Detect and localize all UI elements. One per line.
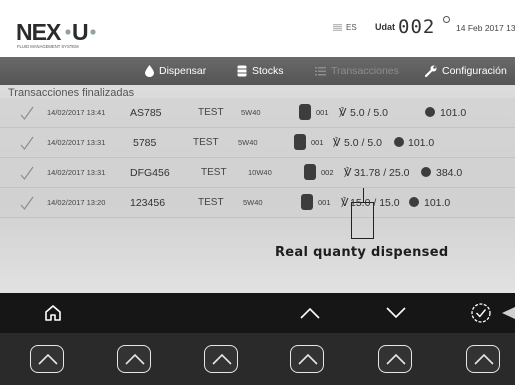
transaction-product: 5W40	[238, 138, 258, 147]
transaction-product: 10W40	[248, 168, 272, 177]
chevron-up-icon	[125, 353, 145, 365]
chevron-down-icon[interactable]	[386, 307, 406, 319]
language-selector[interactable]: ES	[333, 23, 357, 32]
tab-stocks-label: Stocks	[252, 65, 284, 77]
annotation-text: Real quanty dispensed	[275, 245, 449, 260]
transaction-tank: 001	[316, 108, 329, 117]
chevron-up-icon	[298, 353, 318, 365]
header: NEX U FLUID MANAGEMENT SYSTEM ES Udat 00…	[0, 0, 515, 57]
transaction-timestamp: 14/02/2017 13:41	[47, 108, 106, 117]
app-window: NEX U FLUID MANAGEMENT SYSTEM ES Udat 00…	[0, 0, 515, 385]
transaction-plate: 123456	[130, 197, 166, 209]
transaction-plate: AS785	[130, 107, 162, 119]
tab-configuracion[interactable]: Configuración	[425, 57, 507, 85]
check-icon	[20, 136, 34, 150]
transaction-amount: 101.0	[440, 107, 467, 119]
tank-icon	[304, 164, 316, 180]
fuel-meter-icon: ℣	[333, 137, 341, 149]
coin-icon	[425, 107, 435, 117]
tab-configuracion-label: Configuración	[442, 65, 507, 77]
coin-icon	[409, 197, 419, 207]
transaction-amount: 101.0	[424, 197, 451, 209]
hardware-up-button[interactable]	[378, 345, 412, 373]
tab-transacciones-label: Transacciones	[331, 65, 399, 77]
flag-icon	[333, 24, 342, 31]
annotation-highlight-box	[351, 202, 374, 239]
tab-dispensar-label: Dispensar	[159, 65, 207, 77]
svg-text:U: U	[72, 20, 89, 45]
transaction-amount: 101.0	[408, 137, 435, 149]
pointer-arrow-icon	[502, 307, 515, 319]
confirm-check-icon[interactable]	[470, 302, 492, 324]
udat-number: 002	[398, 16, 436, 38]
drop-icon	[145, 65, 154, 77]
udat-label: Udat	[375, 22, 395, 32]
header-date: 14 Feb 2017 13:44	[456, 23, 515, 33]
svg-text:FLUID MANAGEMENT SYSTEM: FLUID MANAGEMENT SYSTEM	[17, 44, 79, 49]
tank-icon	[294, 134, 306, 150]
tab-stocks[interactable]: Stocks	[237, 57, 284, 85]
tab-dispensar[interactable]: Dispensar	[145, 57, 206, 85]
transaction-quantity: 31.78 / 25.0	[354, 167, 410, 179]
transaction-row[interactable]: 14/02/2017 13:31 5785 TEST 5W40 001 ℣ 5.0 / 5.…	[0, 128, 515, 158]
transaction-plate: 5785	[133, 137, 157, 149]
nexu-logo: NEX U FLUID MANAGEMENT SYSTEM	[16, 20, 116, 52]
list-icon	[315, 67, 326, 76]
transaction-row[interactable]: 14/02/2017 13:41 AS785 TEST 5W40 001 ℣ 5.0 / 5…	[0, 98, 515, 128]
chevron-up-icon[interactable]	[300, 307, 320, 319]
check-icon	[20, 196, 34, 210]
transaction-quantity: 5.0 / 5.0	[350, 107, 388, 119]
hardware-up-button[interactable]	[30, 345, 64, 373]
transaction-tank: 002	[321, 168, 334, 177]
transaction-quantity: 5.0 / 5.0	[344, 137, 382, 149]
barrel-icon	[237, 65, 247, 77]
transaction-product: 5W40	[241, 108, 261, 117]
transaction-test: TEST	[198, 197, 224, 208]
chevron-up-icon	[212, 353, 232, 365]
wrench-icon	[425, 65, 437, 77]
transaction-test: TEST	[198, 107, 224, 118]
hardware-up-button[interactable]	[117, 345, 151, 373]
hardware-button-bar	[0, 333, 515, 385]
fuel-meter-icon: ℣	[341, 197, 349, 209]
fuel-meter-icon: ℣	[344, 167, 352, 179]
check-icon	[20, 166, 34, 180]
language-code: ES	[346, 23, 357, 32]
tank-icon	[301, 194, 313, 210]
transaction-timestamp: 14/02/2017 13:20	[47, 198, 106, 207]
hardware-up-button[interactable]	[204, 345, 238, 373]
transaction-plate: DFG456	[130, 167, 170, 179]
home-icon[interactable]	[44, 304, 62, 322]
coin-icon	[394, 137, 404, 147]
fuel-meter-icon: ℣	[339, 107, 347, 119]
tab-transacciones[interactable]: Transacciones	[315, 57, 399, 85]
tank-icon	[299, 104, 311, 120]
transaction-test: TEST	[193, 137, 219, 148]
coin-icon	[421, 167, 431, 177]
check-icon	[20, 106, 34, 120]
chevron-up-icon	[386, 353, 406, 365]
hardware-up-button[interactable]	[290, 345, 324, 373]
transaction-product: 5W40	[243, 198, 263, 207]
transaction-tank: 001	[318, 198, 331, 207]
chevron-up-icon	[38, 353, 58, 365]
transaction-row[interactable]: 14/02/2017 13:31 DFG456 TEST 10W40 002 ℣ 31.78…	[0, 158, 515, 188]
transaction-amount: 384.0	[436, 167, 463, 179]
transaction-test: TEST	[201, 167, 227, 178]
svg-text:NEX: NEX	[16, 20, 62, 45]
clock-icon	[443, 16, 450, 23]
transaction-tank: 001	[311, 138, 324, 147]
hardware-up-button[interactable]	[466, 345, 500, 373]
nav-bar: Dispensar Stocks Transacciones Configura…	[0, 57, 515, 85]
transaction-row[interactable]: 14/02/2017 13:20 123456 TEST 5W40 001 ℣ 15.0 /…	[0, 188, 515, 218]
transaction-timestamp: 14/02/2017 13:31	[47, 138, 106, 147]
bottom-toolbar	[0, 293, 515, 333]
annotation-pointer	[363, 188, 365, 202]
transaction-timestamp: 14/02/2017 13:31	[47, 168, 106, 177]
chevron-up-icon	[474, 353, 494, 365]
